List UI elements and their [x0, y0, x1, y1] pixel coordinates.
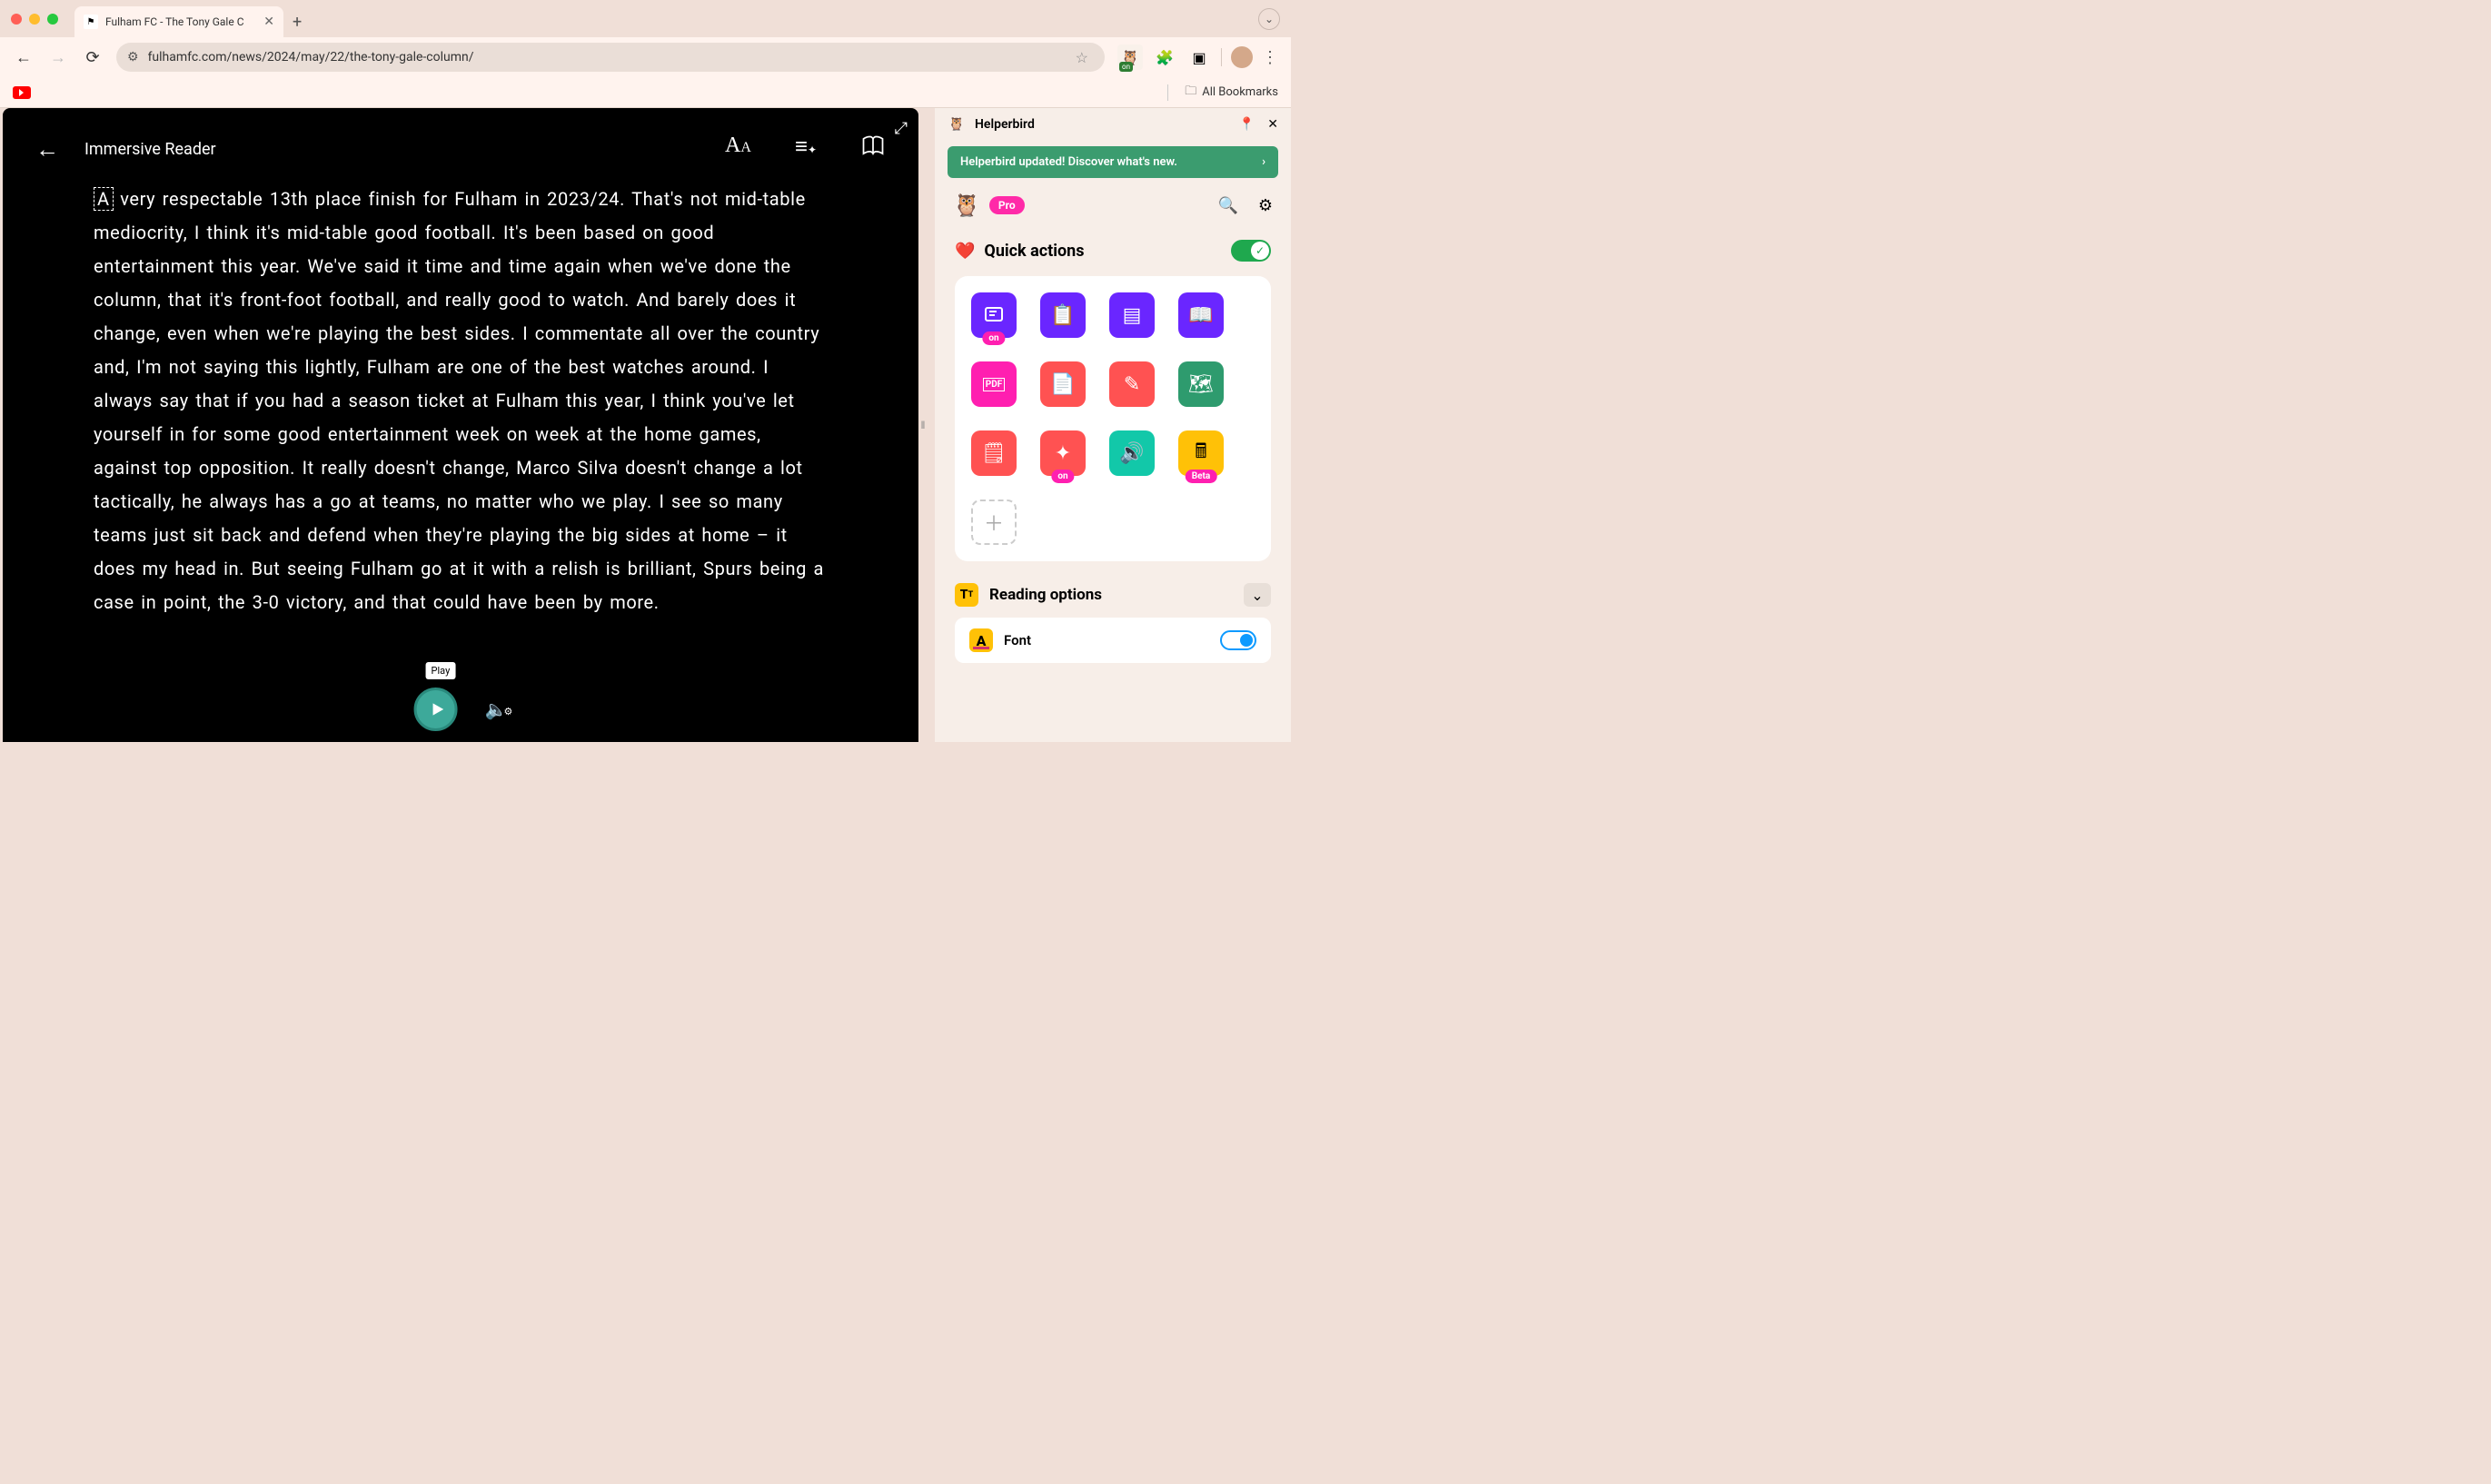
- panel-resize-grip[interactable]: ‖: [918, 108, 928, 742]
- address-bar[interactable]: ⚙ fulhamfc.com/news/2024/may/22/the-tony…: [116, 43, 1105, 72]
- reader-back-button[interactable]: ←: [35, 135, 59, 163]
- fullscreen-button[interactable]: ⤢: [895, 119, 908, 138]
- qa-dictionary[interactable]: 📖: [1178, 292, 1224, 338]
- all-bookmarks-button[interactable]: All Bookmarks: [1202, 85, 1278, 99]
- quick-actions-toggle[interactable]: [1231, 240, 1271, 262]
- minimize-window-button[interactable]: [29, 14, 40, 25]
- qa-edit[interactable]: ✎: [1109, 361, 1155, 407]
- owl-icon: 🦉: [953, 193, 980, 218]
- qa-map[interactable]: 🗺: [1178, 361, 1224, 407]
- qa-badge: on: [982, 331, 1005, 345]
- qa-reader-mode[interactable]: ▤: [1109, 292, 1155, 338]
- font-label: Font: [1004, 632, 1031, 648]
- window-controls: [11, 14, 58, 25]
- reload-button[interactable]: ⟳: [82, 46, 104, 68]
- tab-list-button[interactable]: ⌄: [1258, 8, 1280, 30]
- qa-audio[interactable]: 🔊: [1109, 430, 1155, 476]
- profile-avatar[interactable]: [1231, 46, 1253, 68]
- reading-options-collapse[interactable]: ⌄: [1244, 583, 1271, 607]
- play-button[interactable]: [414, 688, 458, 731]
- youtube-bookmark[interactable]: [13, 86, 31, 99]
- qa-calculator[interactable]: 🖩Beta: [1178, 430, 1224, 476]
- browser-tab[interactable]: ⚑ Fulham FC - The Tony Gale C ✕: [74, 6, 283, 37]
- reader-body: A very respectable 13th place finish for…: [3, 173, 918, 619]
- qa-add-button[interactable]: ＋: [971, 500, 1017, 545]
- extension-badge: on: [1119, 62, 1133, 72]
- reading-options-icon: TT: [955, 583, 978, 607]
- immersive-reader: ⤢ ← Immersive Reader AA ≡✦ A very respec…: [3, 108, 918, 742]
- qa-magic[interactable]: ✦on: [1040, 430, 1086, 476]
- reading-preferences-button[interactable]: [860, 134, 886, 164]
- tab-title: Fulham FC - The Tony Gale C: [105, 15, 256, 28]
- reading-options-label: Reading options: [989, 586, 1102, 604]
- reading-options-header: TT Reading options ⌄: [935, 569, 1291, 612]
- back-button[interactable]: ←: [13, 46, 35, 68]
- heart-icon: ❤️: [955, 242, 975, 261]
- search-button[interactable]: 🔍: [1217, 196, 1237, 215]
- close-panel-button[interactable]: ✕: [1267, 117, 1278, 132]
- text-preferences-button[interactable]: AA: [725, 134, 751, 164]
- browser-toolbar: ← → ⟳ ⚙ fulhamfc.com/news/2024/may/22/th…: [0, 37, 1291, 77]
- titlebar: ⚑ Fulham FC - The Tony Gale C ✕ + ⌄: [0, 0, 1291, 37]
- qa-document[interactable]: 📄: [1040, 361, 1086, 407]
- helperbird-extension-icon[interactable]: 🦉on: [1117, 45, 1143, 70]
- audio-player: Play 🔈⚙: [414, 688, 508, 731]
- quick-actions-label: Quick actions: [984, 242, 1084, 261]
- site-settings-icon[interactable]: ⚙: [127, 50, 139, 64]
- close-window-button[interactable]: [11, 14, 22, 25]
- font-icon: A: [969, 628, 993, 652]
- tab-close-button[interactable]: ✕: [263, 15, 274, 29]
- helperbird-panel: 🦉 Helperbird 📍 ✕ Helperbird updated! Dis…: [935, 108, 1291, 742]
- qa-immersive-reader[interactable]: on: [971, 292, 1017, 338]
- reader-tools: AA ≡✦: [725, 134, 886, 164]
- panel-toolbar: 🦉 Pro 🔍 ⚙: [935, 183, 1291, 227]
- extensions-area: 🦉on 🧩 ▣ ⋮: [1117, 45, 1278, 70]
- content-area: ⤢ ← Immersive Reader AA ≡✦ A very respec…: [0, 108, 1291, 742]
- voice-settings-button[interactable]: 🔈⚙: [485, 698, 508, 720]
- quick-actions-card: on 📋 ▤ 📖 PDF 📄 ✎ 🗺 🗒 ✦on 🔊 🖩Beta ＋: [955, 276, 1271, 561]
- quick-actions-header: ❤️ Quick actions: [935, 227, 1291, 269]
- url-text: fulhamfc.com/news/2024/may/22/the-tony-g…: [148, 50, 1067, 64]
- helperbird-logo-icon: 🦉: [948, 115, 966, 134]
- chevron-right-icon: ›: [1262, 155, 1265, 169]
- side-panel-button[interactable]: ▣: [1186, 45, 1212, 70]
- grammar-options-button[interactable]: ≡✦: [795, 134, 817, 164]
- qa-pdf[interactable]: PDF: [971, 361, 1017, 407]
- quick-actions-grid: on 📋 ▤ 📖 PDF 📄 ✎ 🗺 🗒 ✦on 🔊 🖩Beta ＋: [971, 292, 1255, 545]
- play-tooltip: Play: [426, 662, 456, 679]
- settings-button[interactable]: ⚙: [1258, 196, 1273, 215]
- reader-title: Immersive Reader: [84, 140, 216, 159]
- font-toggle[interactable]: [1220, 630, 1256, 650]
- qa-badge: on: [1051, 470, 1074, 483]
- qa-notes[interactable]: 📋: [1040, 292, 1086, 338]
- pin-button[interactable]: 📍: [1239, 117, 1255, 132]
- maximize-window-button[interactable]: [47, 14, 58, 25]
- browser-menu-button[interactable]: ⋮: [1262, 48, 1278, 67]
- font-option-row: A Font: [955, 618, 1271, 663]
- folder-icon: 🗀: [1185, 83, 1196, 103]
- panel-title: Helperbird: [975, 117, 1035, 132]
- extensions-button[interactable]: 🧩: [1152, 45, 1177, 70]
- panel-titlebar: 🦉 Helperbird 📍 ✕: [935, 108, 1291, 141]
- article-text: A very respectable 13th place finish for…: [94, 187, 824, 613]
- pro-badge: Pro: [989, 196, 1025, 214]
- bookmark-star-icon[interactable]: ☆: [1076, 49, 1088, 66]
- qa-badge: Beta: [1186, 470, 1217, 483]
- banner-text: Helperbird updated! Discover what's new.: [960, 155, 1177, 169]
- qa-sticky-note[interactable]: 🗒: [971, 430, 1017, 476]
- forward-button[interactable]: →: [47, 46, 69, 68]
- update-banner[interactable]: Helperbird updated! Discover what's new.…: [948, 146, 1278, 178]
- tab-favicon: ⚑: [84, 15, 98, 29]
- bookmarks-bar: 🗀 All Bookmarks: [0, 77, 1291, 108]
- new-tab-button[interactable]: +: [293, 13, 302, 32]
- reader-header: ← Immersive Reader AA ≡✦: [3, 108, 918, 173]
